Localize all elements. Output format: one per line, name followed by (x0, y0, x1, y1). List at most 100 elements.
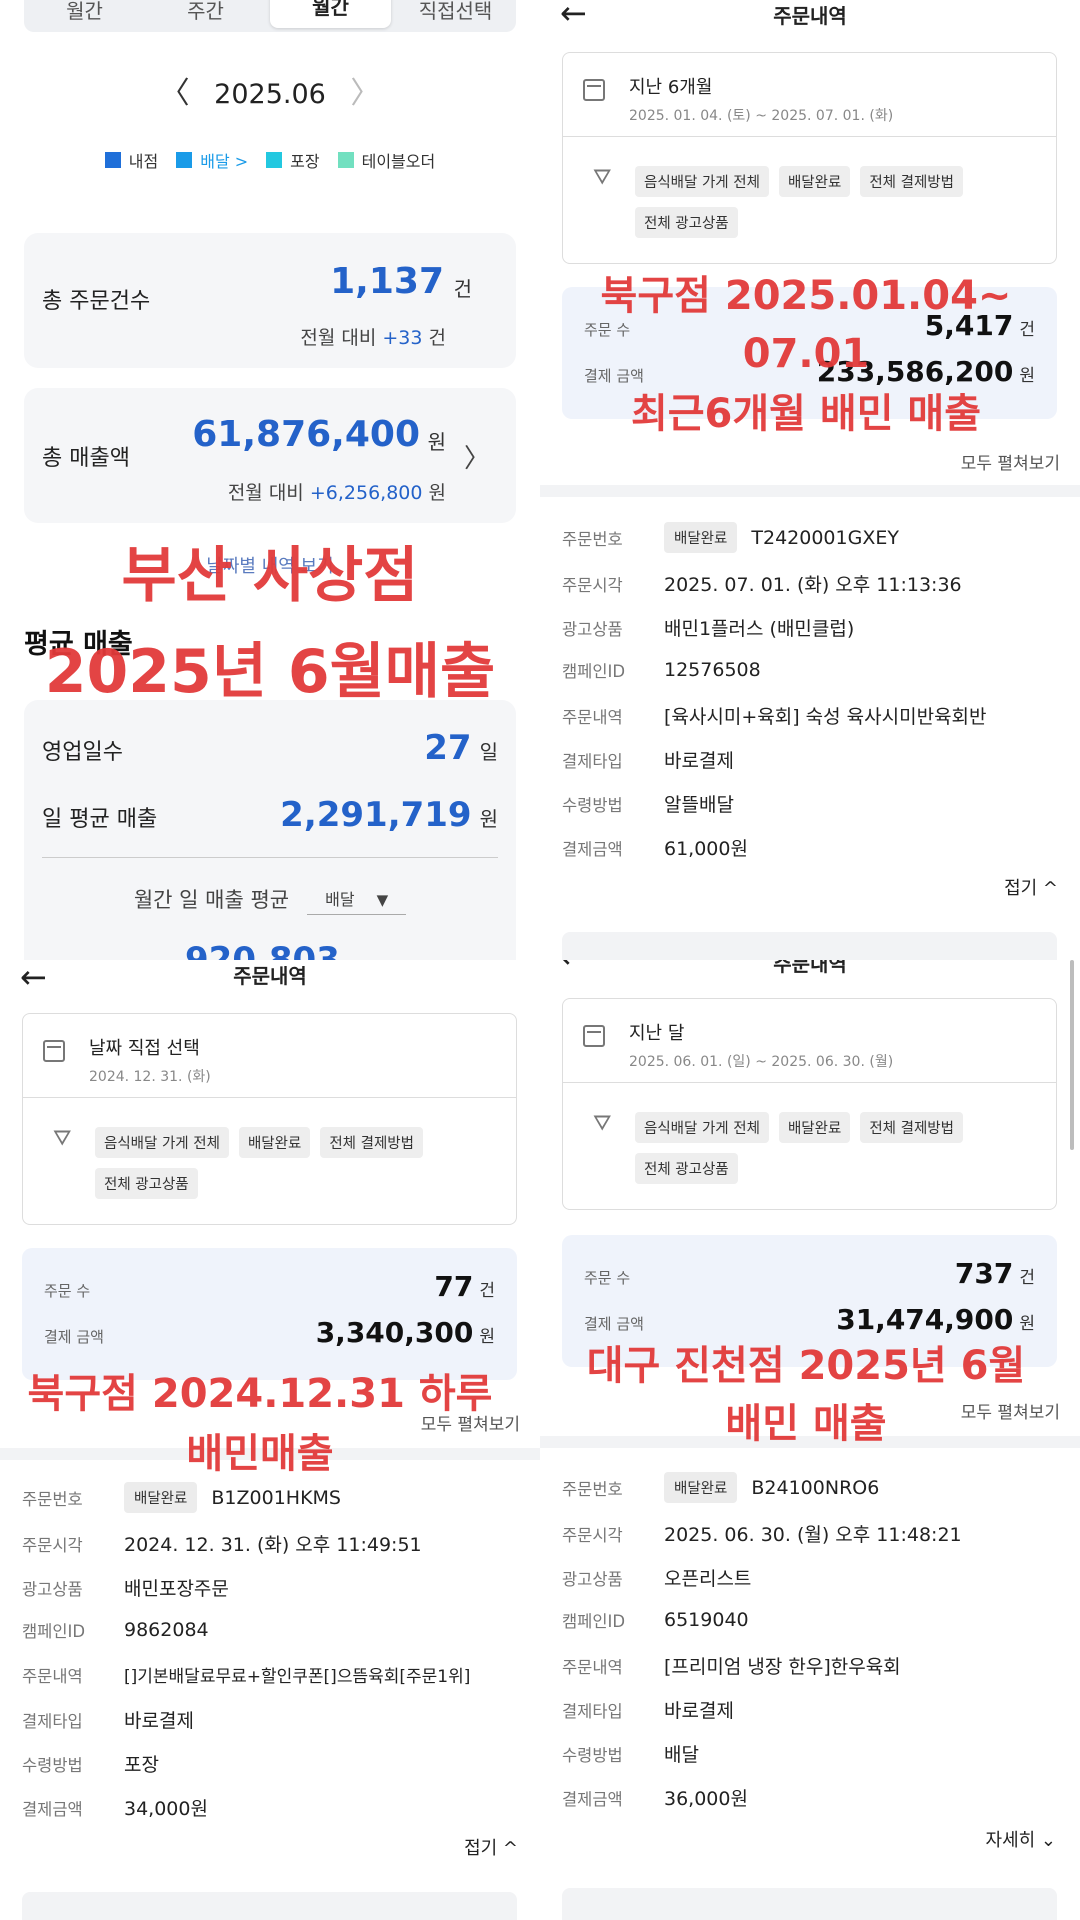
collapse-button[interactable]: 접기 ^ (1004, 874, 1058, 900)
order-time-row: 주문시각 2025. 06. 30. (월) 오후 11:48:21 (562, 1520, 962, 1547)
payment-amount-detail: 61,000원 (664, 838, 748, 860)
order-time-row: 주문시각 2025. 07. 01. (화) 오후 11:13:36 (562, 570, 962, 597)
filter-box: 날짜 직접 선택 2024. 12. 31. (화) ⛛ 음식배달 가게 전체 … (22, 1013, 517, 1225)
receive-method: 포장 (124, 1754, 159, 1776)
chip-ad-product[interactable]: 전체 광고상품 (635, 207, 738, 238)
legend-item-dine-in[interactable]: 내점 (104, 148, 158, 172)
legend-swatch (337, 152, 354, 168)
filter-box: 지난 달 2025. 06. 01. (일) ~ 2025. 06. 30. (… (562, 998, 1057, 1210)
legend-item-delivery[interactable]: 배달 > (176, 148, 248, 172)
order-count-label: 주문 수 (584, 1269, 631, 1287)
period-segment-control: 월간 주간 월간 직접선택 (24, 0, 516, 32)
filter-chips: 음식배달 가게 전체 배달완료 전체 결제방법 전체 광고상품 (635, 166, 1035, 238)
ad-product-label: 광고상품 (562, 1569, 623, 1589)
order-time-label: 주문시각 (562, 575, 623, 595)
channel-select[interactable]: 배달 ▼ (307, 882, 407, 915)
scrollbar[interactable] (1070, 960, 1074, 1150)
monthly-average-label: 월간 일 매출 평균 (133, 887, 290, 912)
annotation-date-end: 07.01 (742, 331, 870, 377)
chip-payment[interactable]: 전체 결제방법 (320, 1127, 423, 1158)
daily-average-value: 2,291,719 원 (280, 795, 498, 835)
filter-icon[interactable]: ⛛ (53, 1126, 71, 1151)
payment-type: 바로결제 (664, 750, 734, 772)
next-order-card[interactable] (562, 1888, 1057, 1920)
chevron-right-icon[interactable]: 〉 (464, 438, 490, 475)
payment-type-label: 결제타입 (562, 1701, 623, 1721)
orders-diff-prefix: 전월 대비 (300, 327, 377, 349)
annotation-description: 배민매출 (186, 1431, 334, 1477)
legend-label: 포장 (290, 152, 320, 171)
chip-store[interactable]: 음식배달 가게 전체 (635, 1112, 769, 1143)
chip-ad-product[interactable]: 전체 광고상품 (635, 1153, 738, 1184)
expand-all-link[interactable]: 모두 펼쳐보기 (961, 449, 1060, 474)
chip-status[interactable]: 배달완료 (238, 1127, 311, 1158)
payment-type-row: 결제타입 바로결제 (562, 1696, 734, 1723)
payment-type: 바로결제 (664, 1700, 734, 1722)
payment-amount-detail: 34,000원 (124, 1798, 208, 1820)
total-sales-card[interactable]: 총 매출액 61,876,400 원 전월 대비 +6,256,800 원 〉 (24, 388, 516, 523)
tab-weekly[interactable]: 주간 (145, 0, 266, 24)
business-days-unit: 일 (479, 740, 498, 764)
period-text: 지난 6개월 2025. 01. 04. (토) ~ 2025. 07. 01.… (629, 73, 893, 125)
filter-box: 지난 6개월 2025. 01. 04. (토) ~ 2025. 07. 01.… (562, 52, 1057, 264)
payment-type-label: 결제타입 (562, 751, 623, 771)
receive-method-label: 수령방법 (22, 1755, 83, 1775)
receive-method-label: 수령방법 (562, 1745, 623, 1765)
order-count-row: 주문 수 737 건 (584, 1257, 1035, 1290)
daily-average-number: 2,291,719 (280, 795, 472, 835)
period-text: 날짜 직접 선택 2024. 12. 31. (화) (89, 1034, 211, 1086)
sales-diff-value: +6,256,800 (309, 482, 423, 504)
order-number-label: 주문번호 (562, 529, 623, 549)
period-range: 2024. 12. 31. (화) (89, 1069, 211, 1085)
total-orders-label: 총 주문건수 (42, 289, 151, 314)
legend-item-table-order[interactable]: 테이블오더 (337, 148, 435, 172)
next-order-card[interactable] (22, 1892, 517, 1920)
payment-amount-row: 결제 금액 3,340,300 원 (44, 1316, 495, 1349)
chip-store[interactable]: 음식배달 가게 전체 (95, 1127, 229, 1158)
status-badge: 배달완료 (664, 1472, 738, 1503)
receive-method: 알뜰배달 (664, 794, 734, 816)
period-text: 지난 달 2025. 06. 01. (일) ~ 2025. 06. 30. (… (629, 1019, 893, 1071)
calendar-icon (583, 79, 605, 101)
order-number: T2420001GXEY (751, 526, 899, 549)
summary-card: 주문 수 77 건 결제 금액 3,340,300 원 (22, 1248, 517, 1380)
details-button[interactable]: 자세히 ⌄ (986, 1826, 1056, 1852)
receive-method-row: 수령방법 배달 (562, 1740, 699, 1767)
chip-ad-product[interactable]: 전체 광고상품 (95, 1168, 198, 1199)
chevron-left-icon[interactable]: 〈 (160, 76, 190, 111)
receive-method-label: 수령방법 (562, 795, 623, 815)
legend-label: 배달 > (200, 152, 249, 171)
sales-diff-unit: 원 (428, 482, 446, 504)
current-month: 2025.06 (214, 79, 326, 110)
period-range: 2025. 01. 04. (토) ~ 2025. 07. 01. (화) (629, 108, 894, 124)
period-selector[interactable]: 지난 6개월 2025. 01. 04. (토) ~ 2025. 07. 01.… (583, 73, 893, 131)
campaign-id: 9862084 (124, 1619, 209, 1641)
order-items: [육사시미+육회] 숙성 육사시미반육회반 (664, 706, 987, 728)
chip-status[interactable]: 배달완료 (778, 1112, 851, 1143)
period-selector[interactable]: 지난 달 2025. 06. 01. (일) ~ 2025. 06. 30. (… (583, 1019, 893, 1077)
filter-icon[interactable]: ⛛ (593, 165, 611, 190)
chevron-right-icon[interactable]: 〉 (350, 76, 380, 111)
chip-status[interactable]: 배달완료 (778, 166, 851, 197)
payment-amount-row: 결제 금액 31,474,900 원 (584, 1303, 1035, 1336)
calendar-icon (583, 1025, 605, 1047)
campaign-row: 캠페인ID 12576508 (562, 658, 761, 682)
receive-method-row: 수령방법 알뜰배달 (562, 790, 734, 817)
order-number: B1Z001HKMS (211, 1486, 341, 1509)
chip-store[interactable]: 음식배달 가게 전체 (635, 166, 769, 197)
chip-payment[interactable]: 전체 결제방법 (860, 1112, 963, 1143)
tab-monthly[interactable]: 월간 (270, 0, 391, 28)
period-selector[interactable]: 날짜 직접 선택 2024. 12. 31. (화) (43, 1034, 211, 1092)
tab-custom-range[interactable]: 직접선택 (395, 0, 516, 24)
next-order-card[interactable] (562, 932, 1057, 960)
collapse-button[interactable]: 접기 ^ (464, 1834, 518, 1860)
screen-title: 주문내역 (773, 960, 847, 976)
payment-amount-detail-row: 결제금액 34,000원 (22, 1794, 208, 1821)
legend-item-takeout[interactable]: 포장 (266, 148, 320, 172)
divider (563, 1082, 1056, 1083)
filter-icon[interactable]: ⛛ (593, 1111, 611, 1136)
ad-product-label: 광고상품 (562, 619, 623, 639)
receive-method: 배달 (664, 1744, 699, 1766)
chip-payment[interactable]: 전체 결제방법 (860, 166, 963, 197)
tab-monthly-left[interactable]: 월간 (24, 0, 145, 24)
